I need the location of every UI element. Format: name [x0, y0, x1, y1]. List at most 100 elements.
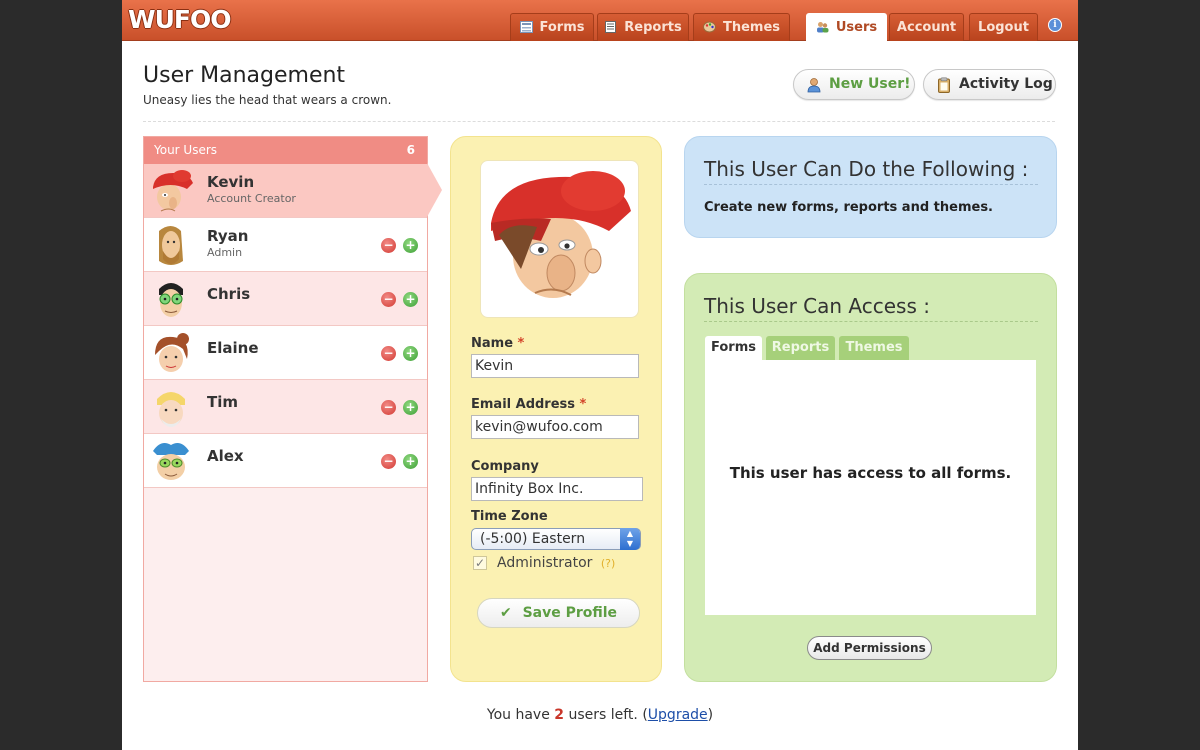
- new-user-button[interactable]: New User!: [793, 69, 915, 100]
- remove-elaine-icon[interactable]: −: [381, 346, 396, 361]
- save-profile-button[interactable]: ✔ Save Profile: [477, 598, 640, 628]
- company-label: Company: [471, 459, 539, 474]
- add-elaine-icon[interactable]: +: [403, 346, 418, 361]
- email-label-text: Email Address: [471, 397, 576, 412]
- timezone-value: (-5:00) Eastern: [480, 531, 586, 547]
- company-field[interactable]: [471, 477, 643, 501]
- access-tab-themes[interactable]: Themes: [839, 336, 909, 360]
- tab-users-label: Users: [835, 20, 878, 35]
- remove-alex-icon[interactable]: −: [381, 454, 396, 469]
- user-name-chris: Chris: [207, 285, 251, 303]
- name-required-mark: *: [517, 336, 525, 351]
- page: WUFOO Forms Reports Themes Users Account…: [122, 0, 1078, 750]
- top-bar: WUFOO Forms Reports Themes Users Account…: [122, 0, 1078, 42]
- profile-picture[interactable]: [480, 160, 639, 318]
- access-divider: [704, 321, 1038, 322]
- access-tab-forms[interactable]: Forms: [705, 336, 762, 361]
- name-label-text: Name: [471, 336, 514, 351]
- administrator-label-text: Administrator: [497, 555, 593, 571]
- users-icon: [816, 22, 829, 33]
- user-name-ryan: Ryan: [207, 227, 249, 245]
- user-name-kevin: Kevin: [207, 173, 255, 191]
- remove-ryan-icon[interactable]: −: [381, 238, 396, 253]
- page-subtitle: Uneasy lies the head that wears a crown.: [143, 93, 392, 107]
- tab-users[interactable]: Users: [806, 13, 887, 42]
- add-ryan-icon[interactable]: +: [403, 238, 418, 253]
- profile-panel: Name * Email Address * Company Time Zone…: [450, 136, 662, 682]
- selected-user-arrow: [427, 163, 442, 217]
- alex-avatar: [153, 443, 189, 480]
- administrator-label: Administrator (?): [497, 555, 615, 571]
- add-tim-icon[interactable]: +: [403, 400, 418, 415]
- user-name-tim: Tim: [207, 393, 239, 411]
- administrator-checkbox[interactable]: ✓: [473, 556, 487, 570]
- add-chris-icon[interactable]: +: [403, 292, 418, 307]
- email-label: Email Address *: [471, 397, 586, 412]
- access-title: This User Can Access :: [704, 294, 930, 318]
- users-count: 6: [406, 143, 415, 157]
- access-tab-reports[interactable]: Reports: [766, 336, 835, 360]
- checkmark-icon: ✔: [499, 605, 512, 621]
- user-row-tim[interactable]: Tim − +: [144, 380, 427, 434]
- user-role-ryan: Admin: [207, 246, 243, 259]
- email-field[interactable]: [471, 415, 639, 439]
- tab-logout[interactable]: Logout: [969, 13, 1038, 41]
- email-required-mark: *: [579, 397, 587, 412]
- user-role-kevin: Account Creator: [207, 192, 296, 205]
- name-label: Name *: [471, 336, 524, 351]
- tab-reports[interactable]: Reports: [597, 13, 689, 41]
- tim-avatar: [157, 392, 185, 427]
- info-icon[interactable]: i: [1048, 18, 1062, 32]
- timezone-label: Time Zone: [471, 509, 548, 524]
- footer-suffix: ): [707, 707, 714, 723]
- name-field[interactable]: [471, 354, 639, 378]
- remove-chris-icon[interactable]: −: [381, 292, 396, 307]
- new-user-label: New User!: [829, 76, 911, 92]
- new-user-icon: [807, 78, 821, 93]
- tab-forms[interactable]: Forms: [510, 13, 594, 41]
- add-permissions-button[interactable]: Add Permissions: [807, 636, 932, 660]
- permissions-divider: [704, 184, 1038, 185]
- tab-account-label: Account: [896, 20, 957, 35]
- forms-icon: [519, 21, 533, 33]
- tab-reports-label: Reports: [624, 20, 682, 35]
- permissions-title: This User Can Do the Following :: [704, 157, 1029, 181]
- tab-logout-label: Logout: [978, 20, 1029, 35]
- users-list-panel: Your Users 6 Kevin Account Creator Ryan …: [143, 136, 428, 682]
- kevin-avatar: [153, 170, 193, 212]
- tab-forms-label: Forms: [539, 20, 585, 35]
- footer-middle: users left. (: [564, 707, 648, 723]
- access-message: This user has access to all forms.: [729, 464, 1012, 482]
- users-left-count: 2: [554, 707, 565, 723]
- save-profile-label: Save Profile: [522, 605, 618, 621]
- tab-account[interactable]: Account: [889, 13, 964, 41]
- administrator-help-link[interactable]: (?): [601, 557, 615, 570]
- permissions-panel: This User Can Do the Following : Create …: [684, 136, 1057, 238]
- user-row-elaine[interactable]: Elaine − +: [144, 326, 427, 380]
- permissions-text: Create new forms, reports and themes.: [704, 200, 993, 215]
- activity-log-button[interactable]: Activity Log: [923, 69, 1056, 100]
- add-alex-icon[interactable]: +: [403, 454, 418, 469]
- activity-log-label: Activity Log: [959, 76, 1053, 92]
- themes-icon: [702, 21, 716, 33]
- header-divider: [143, 121, 1055, 122]
- footer: You have 2 users left. (Upgrade): [122, 707, 1078, 723]
- remove-tim-icon[interactable]: −: [381, 400, 396, 415]
- page-title: User Management: [143, 63, 346, 88]
- elaine-avatar: [155, 333, 189, 372]
- user-row-ryan[interactable]: Ryan Admin − +: [144, 218, 427, 272]
- wufoo-logo[interactable]: WUFOO: [128, 4, 231, 36]
- tab-themes-label: Themes: [722, 20, 781, 35]
- user-row-alex[interactable]: Alex − +: [144, 434, 427, 488]
- users-list-title: Your Users: [154, 143, 218, 157]
- user-name-elaine: Elaine: [207, 339, 259, 357]
- access-panel: This User Can Access : Forms Reports The…: [684, 273, 1057, 682]
- reports-icon: [605, 21, 617, 33]
- user-row-chris[interactable]: Chris − +: [144, 272, 427, 326]
- timezone-select[interactable]: (-5:00) Eastern ▲ ▼: [471, 528, 641, 550]
- tab-themes[interactable]: Themes: [693, 13, 790, 41]
- user-row-kevin[interactable]: Kevin Account Creator: [144, 164, 427, 218]
- users-list-header: Your Users 6: [144, 137, 427, 164]
- upgrade-link[interactable]: Upgrade: [648, 707, 708, 723]
- clipboard-icon: [938, 77, 950, 93]
